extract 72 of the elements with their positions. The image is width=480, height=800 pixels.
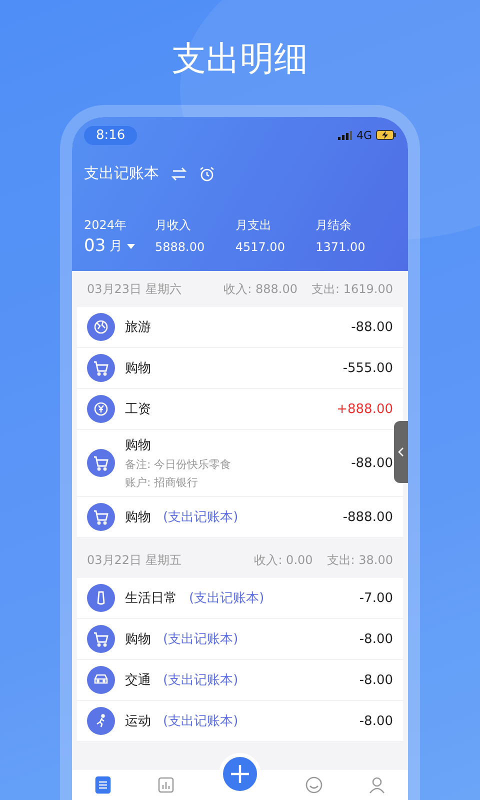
entry-amount: -8.00: [359, 672, 393, 688]
smile-tab[interactable]: [305, 776, 324, 794]
entry-row[interactable]: 购物 -555.00: [77, 348, 403, 389]
car-icon: [87, 666, 115, 694]
entry-category: 运动: [125, 713, 151, 730]
stat-label: 月结余: [316, 217, 353, 234]
entry-amount: +888.00: [336, 402, 393, 416]
entry-row[interactable]: 工资 +888.00: [77, 389, 403, 430]
day-expense: 支出: 1619.00: [312, 280, 393, 298]
entry-row[interactable]: 购物 (支出记账本) -888.00: [77, 497, 403, 538]
entry-category: 旅游: [125, 319, 151, 336]
side-drawer-handle[interactable]: [394, 421, 408, 483]
day-date: 03月22日 星期五: [87, 552, 182, 568]
entry-category: 购物: [125, 631, 151, 648]
stat-value: 5888.00: [155, 240, 206, 254]
network-label: 4G: [356, 128, 372, 142]
entry-amount: -88.00: [351, 320, 393, 334]
caret-icon: [126, 244, 135, 248]
book-title: 支出记账本: [84, 164, 159, 183]
stat-label: 月收入: [155, 217, 192, 234]
entry-book: (支出记账本): [163, 713, 238, 730]
entry-category: 购物: [125, 509, 151, 526]
entry-book: (支出记账本): [189, 590, 264, 607]
runner-icon: [87, 707, 115, 735]
entry-row[interactable]: 旅游 -88.00: [77, 307, 403, 348]
list-tab[interactable]: [94, 776, 112, 794]
page-title: 支出明细: [172, 38, 308, 81]
entry-row[interactable]: 运动 (支出记账本) -8.00: [77, 701, 403, 742]
entry-note: 备注: 今日份快乐零食: [125, 457, 232, 472]
bottle-icon: [87, 584, 115, 612]
cart-icon: [87, 503, 115, 531]
switch-icon[interactable]: [171, 166, 187, 180]
entry-amount: -8.00: [359, 632, 393, 646]
entry-note: 账户: 招商银行: [125, 475, 200, 490]
stat-label: 月支出: [235, 217, 272, 234]
battery-icon: [376, 130, 396, 140]
entry-amount: -88.00: [351, 456, 393, 470]
day-income: 收入: 0.00: [254, 552, 313, 568]
entry-row[interactable]: 购物 (支出记账本) -8.00: [77, 619, 403, 660]
chevron-left-icon: [398, 447, 404, 457]
signal-icon: [338, 130, 352, 140]
entry-book: (支出记账本): [163, 631, 238, 648]
entry-row[interactable]: 购物 备注: 今日份快乐零食 账户: 招商银行 -88.00: [77, 430, 403, 497]
alarm-clock-icon[interactable]: [199, 166, 215, 182]
day-expense: 支出: 38.00: [326, 552, 393, 568]
profile-tab[interactable]: [368, 776, 386, 794]
entry-category: 购物: [125, 360, 151, 377]
cart-icon: [87, 354, 115, 382]
plus-icon: [228, 763, 251, 785]
globe-icon: [87, 313, 115, 341]
entry-category: 交通: [125, 672, 151, 689]
status-time: 8:16: [84, 126, 138, 144]
day-date: 03月23日 星期六: [87, 280, 182, 298]
entry-category: 购物: [125, 437, 151, 454]
year-label: 2024年: [84, 217, 128, 234]
entry-row[interactable]: 交通 (支出记账本) -8.00: [77, 660, 403, 701]
entry-amount: -888.00: [342, 510, 393, 524]
entry-amount: -8.00: [359, 714, 393, 728]
entry-row[interactable]: 生活日常 (支出记账本) -7.00: [77, 578, 403, 619]
entry-book: (支出记账本): [163, 509, 238, 526]
entry-amount: -555.00: [342, 360, 393, 376]
day-income: 收入: 888.00: [224, 280, 298, 298]
entry-book: (支出记账本): [163, 672, 238, 689]
entry-amount: -7.00: [359, 590, 393, 606]
yen-coin-icon: [87, 395, 115, 423]
cart-icon: [87, 625, 115, 653]
cart-icon: [87, 449, 115, 477]
chart-tab[interactable]: [156, 776, 175, 794]
stat-value: 1371.00: [316, 240, 366, 254]
stat-value: 4517.00: [235, 240, 286, 254]
entry-category: 工资: [125, 401, 151, 418]
entry-category: 生活日常: [125, 590, 177, 607]
